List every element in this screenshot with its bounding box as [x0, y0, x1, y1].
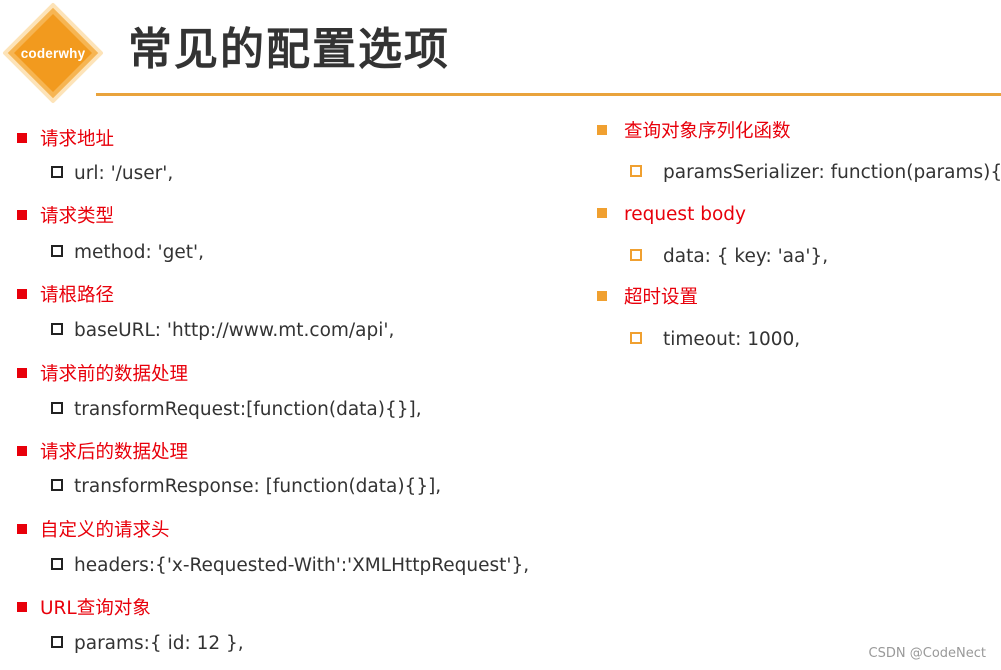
hollow-square-bullet-icon — [51, 479, 63, 491]
hollow-orange-square-bullet-icon — [630, 249, 642, 261]
right-item-label-text: 查询对象序列化函数 — [624, 121, 791, 142]
orange-square-bullet-icon — [597, 125, 607, 135]
right-item-label-0: 查询对象序列化函数 — [597, 119, 791, 145]
right-item-value-text: data: { key: 'aa'}, — [663, 246, 829, 267]
hollow-square-bullet-icon — [51, 166, 63, 178]
right-item-value-text: paramsSerializer: function(params){ } — [663, 162, 1001, 183]
hollow-square-bullet-icon — [51, 558, 63, 570]
left-item-label-5: 自定义的请求头 — [17, 518, 170, 544]
red-square-bullet-icon — [17, 524, 27, 534]
logo-text: coderwhy — [20, 45, 86, 61]
left-item-value-1: method: 'get', — [51, 240, 204, 266]
left-item-label-text: URL查询对象 — [40, 598, 151, 619]
red-square-bullet-icon — [17, 289, 27, 299]
left-item-label-text: 请求后的数据处理 — [40, 442, 189, 463]
hollow-square-bullet-icon — [51, 323, 63, 335]
left-item-label-0: 请求地址 — [17, 127, 114, 153]
watermark: CSDN @CodeNect — [868, 646, 986, 661]
left-item-value-text: baseURL: 'http://www.mt.com/api', — [74, 320, 395, 341]
left-item-value-2: baseURL: 'http://www.mt.com/api', — [51, 318, 394, 344]
title-underline — [96, 93, 1001, 96]
right-item-label-1: request body — [597, 202, 746, 228]
left-item-value-text: transformResponse: [function(data){}], — [74, 476, 442, 497]
hollow-square-bullet-icon — [51, 245, 63, 257]
right-item-label-text: request body — [624, 204, 746, 225]
left-item-label-3: 请求前的数据处理 — [17, 362, 188, 388]
hollow-orange-square-bullet-icon — [630, 165, 642, 177]
left-item-value-text: method: 'get', — [74, 242, 204, 263]
left-item-value-4: transformResponse: [function(data){}], — [51, 474, 441, 500]
right-item-label-2: 超时设置 — [597, 285, 698, 311]
left-item-value-0: url: '/user', — [51, 161, 173, 187]
left-item-value-6: params:{ id: 12 }, — [51, 631, 244, 657]
coderwhy-logo: coderwhy — [3, 3, 103, 103]
right-item-value-1: data: { key: 'aa'}, — [630, 244, 828, 270]
right-item-value-text: timeout: 1000, — [663, 329, 801, 350]
left-item-value-text: params:{ id: 12 }, — [74, 633, 244, 654]
left-item-label-text: 请求类型 — [40, 206, 115, 227]
hollow-square-bullet-icon — [51, 636, 63, 648]
left-item-label-4: 请求后的数据处理 — [17, 440, 188, 466]
left-item-label-text: 自定义的请求头 — [40, 520, 170, 541]
hollow-orange-square-bullet-icon — [630, 332, 642, 344]
left-item-value-5: headers:{'x-Requested-With':'XMLHttpRequ… — [51, 553, 529, 579]
left-item-label-2: 请根路径 — [17, 283, 114, 309]
left-item-label-text: 请求地址 — [40, 129, 115, 150]
left-item-value-text: transformRequest:[function(data){}], — [74, 399, 422, 420]
orange-square-bullet-icon — [597, 208, 607, 218]
orange-square-bullet-icon — [597, 291, 607, 301]
page-title: 常见的配置选项 — [128, 24, 450, 75]
left-item-value-text: headers:{'x-Requested-With':'XMLHttpRequ… — [74, 555, 530, 576]
right-item-value-0: paramsSerializer: function(params){ } — [630, 160, 1001, 186]
red-square-bullet-icon — [17, 602, 27, 612]
left-item-label-1: 请求类型 — [17, 204, 114, 230]
red-square-bullet-icon — [17, 210, 27, 220]
hollow-square-bullet-icon — [51, 402, 63, 414]
red-square-bullet-icon — [17, 133, 27, 143]
left-item-label-6: URL查询对象 — [17, 596, 151, 622]
left-item-label-text: 请根路径 — [40, 285, 115, 306]
left-item-value-3: transformRequest:[function(data){}], — [51, 397, 422, 423]
red-square-bullet-icon — [17, 446, 27, 456]
right-item-value-2: timeout: 1000, — [630, 327, 800, 353]
red-square-bullet-icon — [17, 368, 27, 378]
left-item-value-text: url: '/user', — [74, 163, 174, 184]
left-item-label-text: 请求前的数据处理 — [40, 364, 189, 385]
right-item-label-text: 超时设置 — [624, 287, 699, 308]
